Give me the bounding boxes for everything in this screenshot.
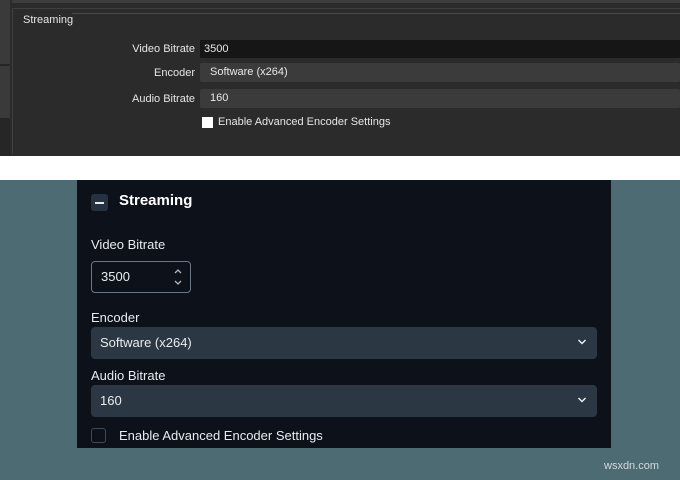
- old-left-strip: [0, 0, 10, 156]
- old-video-bitrate-label: Video Bitrate: [132, 43, 195, 55]
- new-settings-panel: Streaming Video Bitrate 3500 Encoder Sof…: [77, 180, 611, 448]
- video-bitrate-value: 3500: [101, 269, 130, 284]
- old-top-divider: [12, 0, 680, 3]
- audio-bitrate-value: 160: [100, 393, 122, 408]
- minus-icon: [95, 202, 104, 204]
- collapse-button[interactable]: [91, 194, 108, 211]
- spin-arrows-icon[interactable]: [173, 266, 183, 288]
- audio-bitrate-select[interactable]: 160: [91, 385, 597, 417]
- old-encoder-label: Encoder: [154, 67, 195, 79]
- watermark: wsxdn.com: [604, 460, 660, 472]
- old-video-bitrate-input[interactable]: 3500: [200, 40, 680, 58]
- old-left-bar: [0, 66, 10, 118]
- old-settings-panel: Streaming Video Bitrate 3500 Encoder Sof…: [0, 0, 680, 156]
- encoder-select[interactable]: Software (x264): [91, 327, 597, 359]
- new-audio-bitrate-label: Audio Bitrate: [91, 368, 166, 383]
- new-advanced-checkbox-label[interactable]: Enable Advanced Encoder Settings: [119, 428, 323, 443]
- new-encoder-label: Encoder: [91, 310, 140, 325]
- new-section-title: Streaming: [119, 192, 193, 209]
- old-audio-bitrate-label: Audio Bitrate: [132, 93, 195, 105]
- new-advanced-checkbox[interactable]: [91, 428, 106, 443]
- old-advanced-checkbox-label[interactable]: Enable Advanced Encoder Settings: [218, 116, 390, 128]
- chevron-down-icon: [577, 339, 587, 345]
- old-left-bar: [0, 0, 10, 64]
- old-encoder-select[interactable]: Software (x264): [200, 63, 680, 82]
- old-audio-bitrate-select[interactable]: 160: [200, 89, 680, 108]
- video-bitrate-spinbox[interactable]: 3500: [91, 261, 191, 293]
- old-advanced-checkbox[interactable]: [202, 117, 213, 128]
- new-video-bitrate-label: Video Bitrate: [91, 237, 166, 252]
- old-header-divider: [72, 13, 680, 14]
- chevron-down-icon: [577, 397, 587, 403]
- old-section-title: Streaming: [23, 14, 74, 26]
- new-settings-background: Streaming Video Bitrate 3500 Encoder Sof…: [0, 180, 680, 480]
- encoder-value: Software (x264): [100, 335, 192, 350]
